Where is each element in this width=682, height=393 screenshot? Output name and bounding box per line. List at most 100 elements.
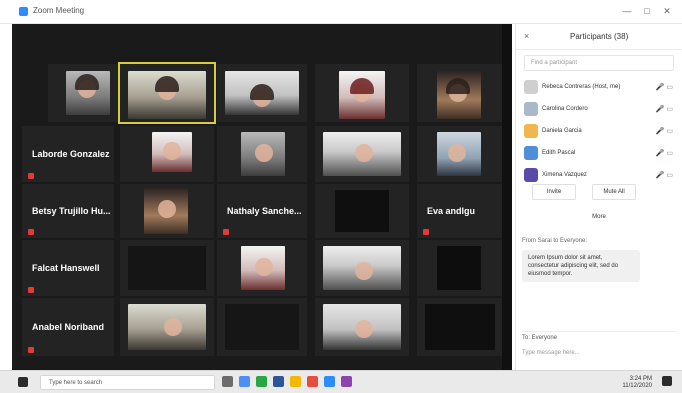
face-shape	[448, 144, 466, 162]
video-tile[interactable]	[315, 126, 409, 182]
video-tile[interactable]	[315, 184, 409, 238]
video-tile[interactable]	[120, 126, 214, 182]
video-tile[interactable]	[217, 240, 307, 296]
zoom-taskbar-icon[interactable]	[324, 376, 335, 387]
muted-icon	[423, 229, 429, 235]
participant-name: Eva andlgu	[427, 206, 476, 216]
app-icon[interactable]	[341, 376, 352, 387]
participant-video	[425, 304, 495, 350]
video-tile[interactable]	[217, 126, 307, 182]
app-icon[interactable]	[239, 376, 250, 387]
participant-video	[335, 190, 389, 232]
participant-search-input[interactable]: Find a participant	[524, 55, 674, 71]
gallery-scroll-strip[interactable]	[502, 24, 512, 370]
taskbar: Type here to search 3:24 PM 11/12/2020	[0, 370, 682, 393]
notifications-icon[interactable]	[662, 376, 672, 386]
clock-date: 11/12/2020	[622, 383, 652, 389]
zoom-window: Zoom Meeting — □ ✕ Laborde Gonzalez Bets…	[0, 0, 682, 393]
video-tile[interactable]	[217, 298, 307, 356]
window-title: Zoom Meeting	[33, 6, 85, 15]
muted-icon	[223, 229, 229, 235]
video-tile-active-speaker[interactable]	[118, 62, 216, 124]
video-tile[interactable]	[417, 298, 502, 356]
gallery-view: Laborde Gonzalez Betsy Trujillo Hu... Na…	[12, 24, 512, 370]
send-to-row[interactable]: To: Everyone	[522, 331, 677, 347]
chat-section: From Sarai to Everyone: Lorem Ipsum dolo…	[522, 238, 677, 282]
face-shape	[158, 200, 176, 218]
video-tile[interactable]	[315, 240, 409, 296]
video-tile-name-only[interactable]: Eva andlgu	[417, 184, 502, 238]
close-panel-icon[interactable]: ×	[524, 31, 529, 41]
participant-status-icons: 🎤 ▭	[655, 128, 673, 135]
participant-row[interactable]: Rebeca Contreras (Host, me) 🎤 ▭	[522, 76, 677, 98]
participant-list: Rebeca Contreras (Host, me) 🎤 ▭ Carolina…	[522, 76, 677, 186]
participant-row[interactable]: Edith Pascal 🎤 ▭	[522, 142, 677, 164]
participant-status-icons: 🎤 ▭	[655, 84, 673, 91]
minimize-button[interactable]: —	[620, 4, 634, 18]
face-shape	[255, 258, 273, 276]
participant-row[interactable]: Ximena Vazquez 🎤 ▭	[522, 164, 677, 186]
app-icon[interactable]	[307, 376, 318, 387]
close-window-button[interactable]: ✕	[660, 4, 674, 18]
zoom-app-icon	[19, 7, 28, 16]
face-shape	[164, 318, 182, 336]
participant-name: Ximena Vazquez	[542, 172, 587, 178]
video-tile[interactable]	[417, 126, 502, 182]
invite-button[interactable]: Invite	[532, 184, 576, 200]
video-tile-name-only[interactable]: Nathaly Sanche...	[217, 184, 307, 238]
maximize-button[interactable]: □	[640, 4, 654, 18]
video-tile-name-only[interactable]: Laborde Gonzalez	[22, 126, 114, 182]
muted-icon	[28, 347, 34, 353]
video-tile-name-only[interactable]: Anabel Noriband	[22, 298, 114, 356]
participant-name: Rebeca Contreras (Host, me)	[542, 84, 621, 90]
participant-video	[437, 246, 481, 290]
participant-row[interactable]: Daniela Garcia 🎤 ▭	[522, 120, 677, 142]
face-shape	[355, 320, 373, 338]
app-icon[interactable]	[256, 376, 267, 387]
video-tile-name-only[interactable]: Betsy Trujillo Hu...	[22, 184, 114, 238]
participant-status-icons: 🎤 ▭	[655, 106, 673, 113]
avatar	[524, 80, 538, 94]
video-tile[interactable]	[417, 64, 502, 122]
app-icon[interactable]	[290, 376, 301, 387]
system-tray-clock[interactable]: 3:24 PM 11/12/2020	[622, 376, 652, 390]
participant-name: Carolina Cordero	[542, 106, 588, 112]
participant-name: Edith Pascal	[542, 150, 576, 156]
clock-time: 3:24 PM	[629, 376, 652, 382]
muted-icon	[28, 173, 34, 179]
taskbar-search-input[interactable]: Type here to search	[40, 375, 215, 390]
chat-message: Lorem Ipsum dolor sit amet, consectetur …	[522, 250, 640, 282]
video-tile[interactable]	[315, 64, 409, 122]
start-button-icon[interactable]	[18, 377, 28, 387]
participant-actions: Invite Mute All	[522, 184, 677, 202]
face-shape	[163, 142, 181, 160]
video-tile[interactable]	[48, 64, 128, 122]
chat-input[interactable]: Type message here...	[522, 350, 677, 364]
app-icon[interactable]	[222, 376, 233, 387]
muted-icon	[28, 229, 34, 235]
title-bar: Zoom Meeting — □ ✕	[0, 0, 682, 24]
participant-video	[225, 304, 299, 350]
participant-status-icons: 🎤 ▭	[655, 172, 673, 179]
video-tile[interactable]	[217, 64, 307, 122]
face-shape	[255, 144, 273, 162]
participant-row[interactable]: Carolina Cordero 🎤 ▭	[522, 98, 677, 120]
video-tile[interactable]	[315, 298, 409, 356]
participant-status-icons: 🎤 ▭	[655, 150, 673, 157]
participants-header: × Participants (38)	[516, 24, 682, 50]
more-button[interactable]: More	[584, 210, 614, 224]
mute-all-button[interactable]: Mute All	[592, 184, 636, 200]
muted-icon	[28, 287, 34, 293]
video-tile[interactable]	[417, 240, 502, 296]
face-shape	[355, 262, 373, 280]
video-tile[interactable]	[120, 240, 214, 296]
avatar	[524, 146, 538, 160]
avatar	[524, 124, 538, 138]
video-tile-name-only[interactable]: Falcat Hanswell	[22, 240, 114, 296]
participant-name: Nathaly Sanche...	[227, 206, 302, 216]
video-tile[interactable]	[120, 298, 214, 356]
video-tile[interactable]	[120, 184, 214, 238]
participant-name: Betsy Trujillo Hu...	[32, 206, 111, 216]
participants-panel: × Participants (38) Find a participant R…	[515, 24, 682, 370]
app-icon[interactable]	[273, 376, 284, 387]
